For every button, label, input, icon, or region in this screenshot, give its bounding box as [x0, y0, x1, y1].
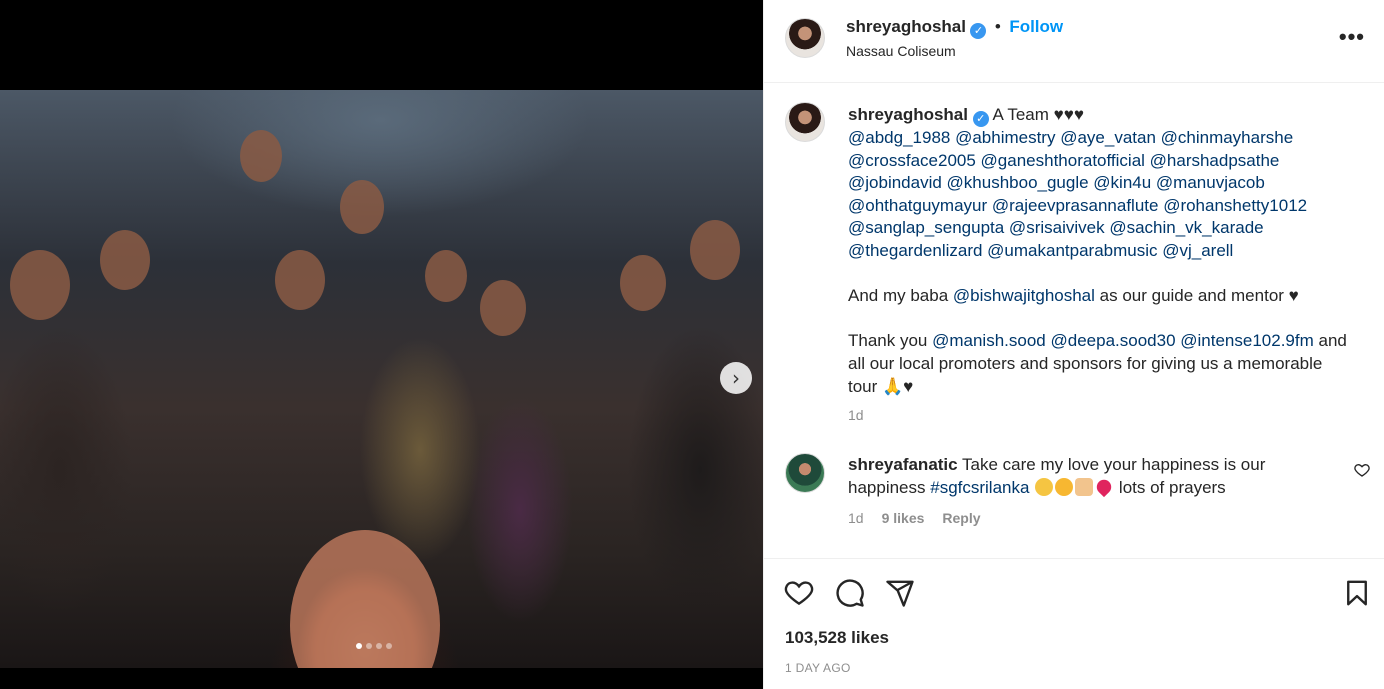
red-heart-icon	[1094, 476, 1115, 497]
carousel-dots	[356, 643, 392, 649]
caption-thanks-line: Thank you @manish.sood @deepa.sood30 @in…	[848, 330, 1348, 353]
comment-text: happiness	[848, 477, 931, 497]
author-avatar[interactable]	[785, 18, 825, 58]
photo-crowd-face	[240, 130, 282, 182]
caption-mention[interactable]: @bishwajitghoshal	[953, 286, 1095, 305]
photo-crowd-face	[690, 220, 740, 280]
caption-mentor-line: And my baba @bishwajitghoshal as our gui…	[848, 285, 1348, 308]
post-caption: shreyaghoshal ✓ A Team ♥♥♥ @abdg_1988 @a…	[848, 104, 1348, 427]
heart-icon[interactable]	[784, 578, 814, 608]
caption-mention[interactable]: @intense102.9fm	[1180, 331, 1314, 350]
caption-intro: A Team ♥♥♥	[992, 105, 1084, 124]
caption-mentions-line[interactable]: @jobindavid @khushboo_gugle @kin4u @manu…	[848, 172, 1348, 195]
comment-heart-icon[interactable]	[1354, 462, 1370, 478]
photo-crowd-face	[100, 230, 150, 290]
comment-likes[interactable]: 9 likes	[882, 510, 925, 526]
comment-second-line: happiness #sgfcsrilanka lots of prayers	[848, 476, 1318, 500]
caption-timestamp[interactable]: 1d	[848, 404, 1348, 427]
caption-mention[interactable]: @deepa.sood30	[1051, 331, 1176, 350]
post-photo[interactable]	[0, 90, 763, 668]
caption-text: as our guide and mentor ♥	[1094, 286, 1299, 306]
comment-item: shreyafanatic Take care my love your hap…	[848, 454, 1318, 530]
comment-reply-button[interactable]: Reply	[942, 510, 980, 526]
photo-crowd-face	[275, 250, 325, 310]
comment-text: Take care my love your happiness is our	[962, 455, 1266, 474]
caption-username[interactable]: shreyaghoshal	[848, 105, 968, 124]
carousel-dot	[356, 643, 362, 649]
photo-crowd-face	[10, 250, 70, 320]
comment-meta: 1d 9 likes Reply	[848, 507, 1318, 530]
carousel-dot	[366, 643, 372, 649]
comment-icon[interactable]	[835, 578, 865, 608]
carousel-next-icon[interactable]: ›	[720, 362, 752, 394]
photo-crowd-face	[620, 255, 666, 311]
commenter-username[interactable]: shreyafanatic	[848, 455, 958, 474]
caption-mention[interactable]: @manish.sood	[932, 331, 1046, 350]
comment-hashtag[interactable]: #sgfcsrilanka	[930, 478, 1029, 497]
bookmark-icon[interactable]	[1342, 578, 1372, 608]
carousel-dot	[386, 643, 392, 649]
caption-text: And my baba	[848, 286, 953, 306]
post-media: ›	[0, 0, 763, 689]
caption-mentions-line[interactable]: @thegardenlizard @umakantparabmusic @vj_…	[848, 240, 1348, 263]
comment-text: lots of prayers	[1118, 477, 1226, 497]
caption-text: Thank you	[848, 331, 933, 351]
commenter-avatar[interactable]	[785, 453, 825, 493]
caption-text: and	[1313, 331, 1347, 351]
caption-mentions-line[interactable]: @abdg_1988 @abhimestry @aye_vatan @chinm…	[848, 127, 1348, 150]
header-title-row: shreyaghoshal ✓ • Follow	[846, 17, 1063, 39]
caption-first-line: shreyaghoshal ✓ A Team ♥♥♥	[848, 104, 1348, 127]
post-date[interactable]: 1 DAY AGO	[785, 661, 851, 675]
author-username[interactable]: shreyaghoshal	[846, 17, 966, 36]
more-options-icon[interactable]: •••	[1339, 24, 1365, 50]
likes-count[interactable]: 103,528 likes	[785, 628, 889, 648]
carousel-dot	[376, 643, 382, 649]
caption-mentions-line[interactable]: @ohthatguymayur @rajeevprasannaflute @ro…	[848, 195, 1348, 218]
comment-first-line: shreyafanatic Take care my love your hap…	[848, 454, 1318, 477]
share-icon[interactable]	[885, 578, 915, 608]
folded-hands-icon	[1075, 477, 1094, 496]
verified-badge-icon: ✓	[972, 111, 989, 127]
header-separator: •	[994, 17, 1001, 36]
photo-crowd-face	[480, 280, 526, 336]
comment-timestamp[interactable]: 1d	[848, 510, 864, 526]
caption-thanks-line: tour 🙏♥	[848, 376, 914, 396]
post-sidebar: shreyaghoshal ✓ • Follow Nassau Coliseum…	[763, 0, 1384, 689]
caption-mentions-line[interactable]: @sanglap_sengupta @srisaivivek @sachin_v…	[848, 217, 1348, 240]
verified-badge-icon: ✓	[970, 23, 987, 39]
post-header: shreyaghoshal ✓ • Follow Nassau Coliseum…	[764, 0, 1384, 83]
pleading-face-icon	[1035, 477, 1054, 496]
follow-button[interactable]: Follow	[1009, 17, 1063, 36]
post-location[interactable]: Nassau Coliseum	[846, 43, 956, 59]
kissing-face-icon	[1055, 477, 1074, 496]
photo-crowd-face	[425, 250, 467, 302]
caption-mentions-line[interactable]: @crossface2005 @ganeshthoratofficial @ha…	[848, 150, 1348, 173]
caption-thanks-line: all our local promoters and sponsors for…	[848, 353, 1323, 373]
caption-avatar[interactable]	[785, 102, 825, 142]
photo-crowd-face	[340, 180, 384, 234]
